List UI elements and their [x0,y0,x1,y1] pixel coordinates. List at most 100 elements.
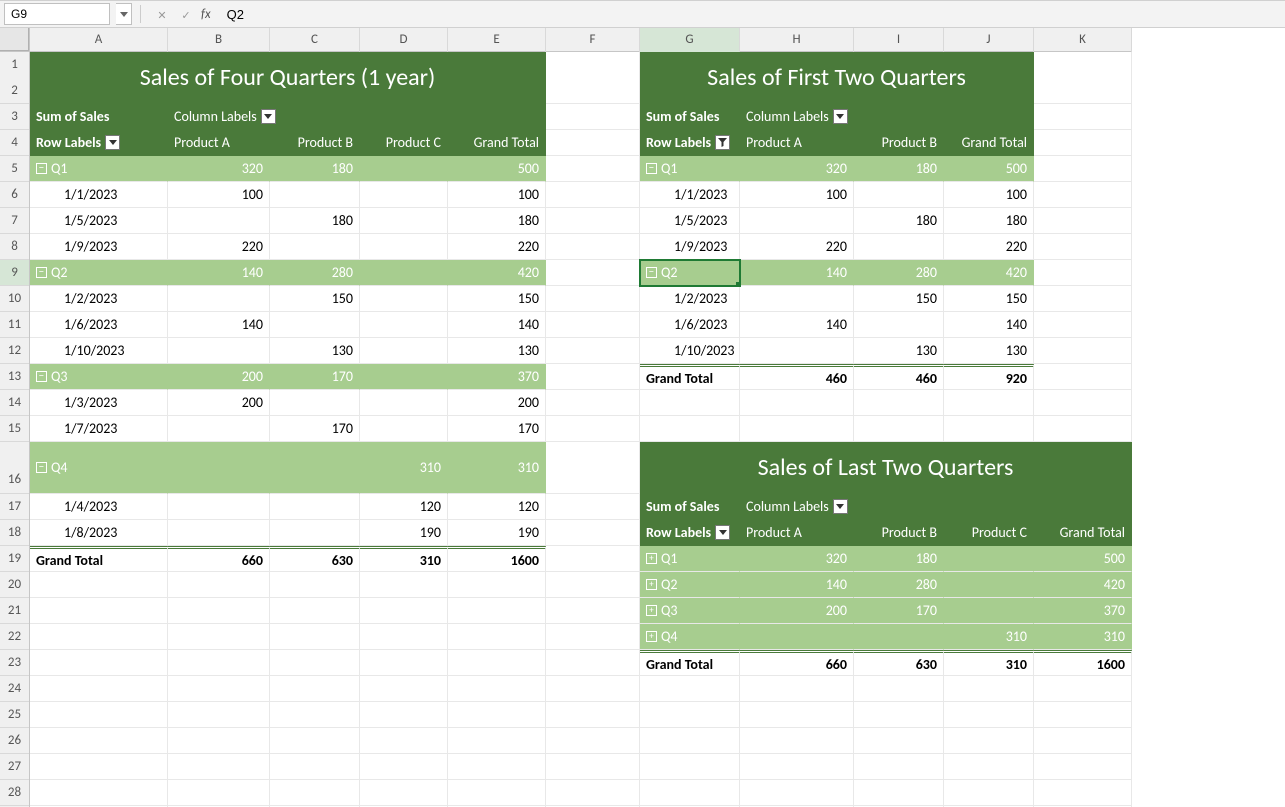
dropdown-icon[interactable] [715,135,730,150]
cell[interactable] [1034,702,1132,728]
pivot1-val[interactable] [360,286,448,312]
dropdown-icon[interactable] [105,135,120,150]
pivot1-val[interactable] [360,234,448,260]
cell[interactable] [546,364,640,390]
pivot1-val[interactable]: 140 [168,260,270,286]
pivot1-val[interactable] [168,286,270,312]
cell[interactable] [360,104,448,130]
pivot3-val[interactable]: 310 [944,624,1034,650]
pivot2-date[interactable]: 1/10/2023 [640,338,740,364]
pivot1-val[interactable] [168,520,270,546]
pivot1-date[interactable]: 1/8/2023 [30,520,168,546]
pivot1-val[interactable]: 130 [448,338,546,364]
pivot1-val[interactable]: 310 [360,442,448,494]
pivot2-val[interactable]: 500 [944,156,1034,182]
cell[interactable] [546,754,640,780]
cell[interactable] [30,598,168,624]
cell[interactable] [740,676,854,702]
pivot2-grand[interactable]: 460 [740,364,854,390]
cell[interactable] [1034,390,1132,416]
cell[interactable] [640,702,740,728]
row-header[interactable]: 28 [0,780,29,806]
pivot2-val[interactable]: 130 [944,338,1034,364]
pivot1-val[interactable] [360,182,448,208]
cell[interactable] [546,780,640,806]
pivot1-val[interactable] [168,416,270,442]
pivot1-val[interactable]: 200 [168,390,270,416]
cell[interactable] [1034,676,1132,702]
cell[interactable] [168,780,270,806]
cell[interactable] [448,572,546,598]
cell[interactable] [546,286,640,312]
pivot2-group[interactable]: Q2 [640,260,740,286]
cell[interactable] [546,650,640,676]
cell[interactable] [944,702,1034,728]
cell[interactable] [30,624,168,650]
pivot1-group[interactable]: Q3 [30,364,168,390]
pivot2-grand[interactable]: 920 [944,364,1034,390]
pivot2-val[interactable]: 420 [944,260,1034,286]
pivot2-val[interactable] [740,208,854,234]
pivot1-val[interactable]: 200 [448,390,546,416]
cell[interactable] [546,624,640,650]
cell[interactable] [30,650,168,676]
pivot1-date[interactable]: 1/6/2023 [30,312,168,338]
pivot1-val[interactable]: 140 [448,312,546,338]
cell[interactable] [1034,754,1132,780]
pivot1-grand-label[interactable]: Grand Total [30,546,168,572]
pivot1-val[interactable] [168,494,270,520]
pivot1-date[interactable]: 1/9/2023 [30,234,168,260]
pivot2-val[interactable]: 180 [944,208,1034,234]
pivot3-col-gt[interactable]: Grand Total [1034,520,1132,546]
pivot2-val[interactable]: 220 [740,234,854,260]
pivot3-col-a[interactable]: Product A [740,520,854,546]
col-header-f[interactable]: F [546,28,640,52]
cell[interactable] [854,728,944,754]
pivot1-val[interactable]: 130 [270,338,360,364]
pivot1-date[interactable]: 1/3/2023 [30,390,168,416]
cell[interactable] [168,572,270,598]
worksheet[interactable]: A B C D E F G H I J K 123456789101112131… [0,28,1285,807]
cell[interactable] [1034,728,1132,754]
pivot1-val[interactable]: 180 [448,208,546,234]
cell[interactable] [1034,416,1132,442]
pivot3-val[interactable]: 420 [1034,572,1132,598]
cell[interactable] [546,208,640,234]
cell[interactable] [360,598,448,624]
pivot1-date[interactable]: 1/5/2023 [30,208,168,234]
cell[interactable] [740,702,854,728]
row-header[interactable]: 26 [0,728,29,754]
select-all-triangle[interactable] [0,28,30,52]
pivot3-sum-label[interactable]: Sum of Sales [640,494,740,520]
pivot1-val[interactable] [270,520,360,546]
row-header[interactable]: 20 [0,572,29,598]
cell[interactable] [270,598,360,624]
pivot1-val[interactable] [270,312,360,338]
dropdown-icon[interactable] [833,109,848,124]
enter-icon[interactable] [177,6,195,23]
pivot1-grand[interactable]: 630 [270,546,360,572]
cell[interactable] [168,598,270,624]
col-header-c[interactable]: C [270,28,360,52]
col-header-h[interactable]: H [740,28,854,52]
row-header[interactable]: 16 [0,442,29,494]
cell[interactable] [546,572,640,598]
cell[interactable] [546,442,640,494]
dropdown-icon[interactable] [833,499,848,514]
name-box[interactable] [4,3,110,25]
row-header[interactable]: 25 [0,702,29,728]
cell[interactable] [360,572,448,598]
row-header[interactable]: 10 [0,286,29,312]
pivot1-val[interactable]: 180 [270,208,360,234]
cell[interactable] [740,728,854,754]
cell[interactable] [944,416,1034,442]
pivot2-val[interactable]: 140 [740,260,854,286]
pivot1-val[interactable]: 170 [270,416,360,442]
pivot1-val[interactable]: 220 [168,234,270,260]
pivot2-date[interactable]: 1/1/2023 [640,182,740,208]
pivot2-val[interactable]: 140 [740,312,854,338]
pivot1-val[interactable] [270,442,360,494]
pivot3-row-labels[interactable]: Row Labels [640,520,740,546]
pivot3-group[interactable]: Q1 [640,546,740,572]
cell[interactable] [360,728,448,754]
